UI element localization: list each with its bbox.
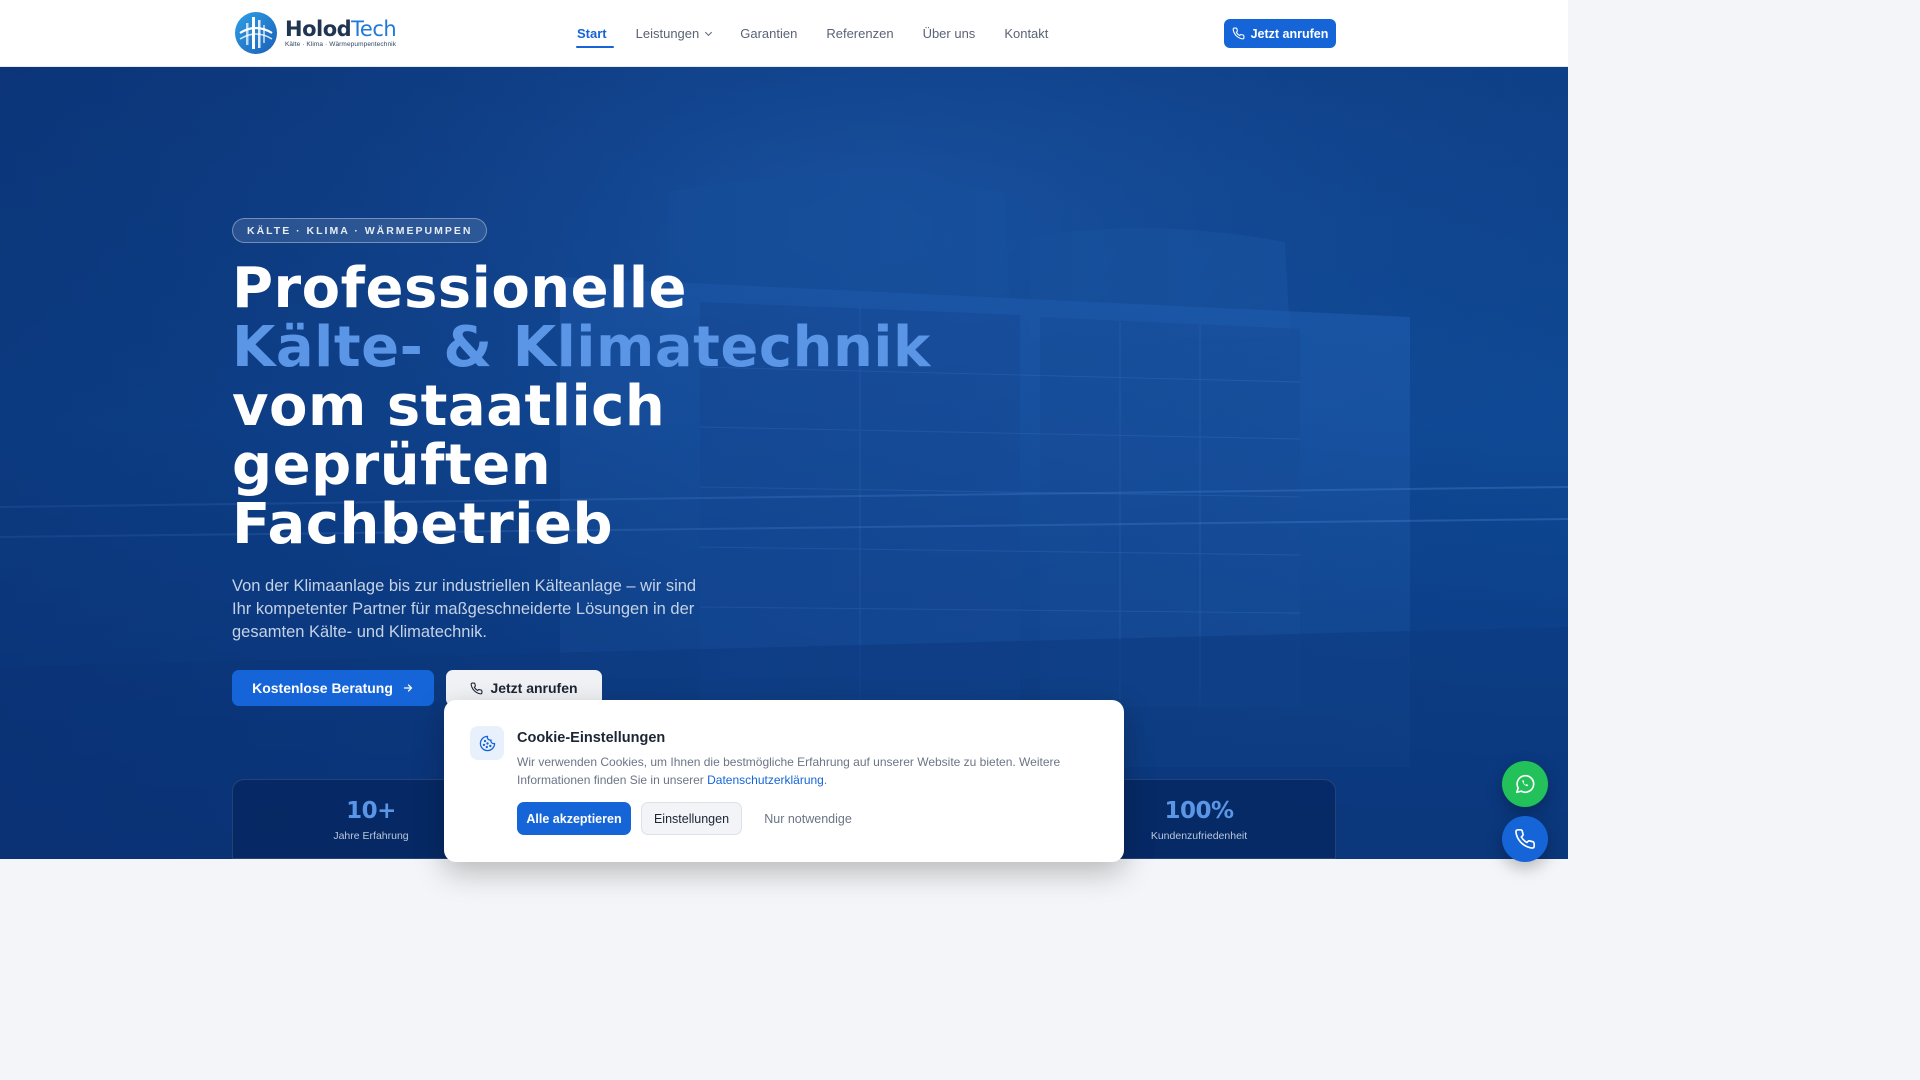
chevron-down-icon [705,28,713,36]
nav-item-label: Leistungen [635,26,700,41]
nav-item-garantien[interactable]: Garantien [740,0,797,67]
brand-name: HolodTech [285,17,397,41]
stat-label: Jahre Erfahrung [333,830,409,842]
logo-icon [235,12,277,54]
accept-all-button[interactable]: Alle akzeptieren [517,802,631,835]
nav-item-kontakt[interactable]: Kontakt [1004,0,1048,67]
hero-headline: Professionelle Kälte- & Klimatechnik vom… [232,259,932,554]
nav-item-referenzen[interactable]: Referenzen [826,0,893,67]
headline-line-1: Professionelle [232,256,688,321]
page-bottom [0,859,1568,882]
stat-label: Kundenzufriedenheit [1150,830,1248,842]
nav-item-start[interactable]: Start [570,0,614,67]
consultation-button[interactable]: Kostenlose Beratung [232,670,434,706]
brand-tagline: Kälte · Klima · Wärmepumpentechnik [285,41,397,48]
phone-icon [471,682,483,694]
consultation-label: Kostenlose Beratung [252,680,393,696]
necessary-only-button[interactable]: Nur notwendige [752,802,864,835]
whatsapp-button[interactable] [1502,761,1548,807]
stat-experience: 10+ Jahre Erfahrung [271,798,471,842]
privacy-policy-link[interactable]: Datenschutzerklärung [707,773,824,787]
nav-item-leistungen[interactable]: Leistungen [635,0,713,67]
header-call-label: Jetzt anrufen [1250,26,1329,41]
cookie-text: Wir verwenden Cookies, um Ihnen die best… [517,755,1061,787]
hero-call-label: Jetzt anrufen [490,680,578,696]
cookie-icon [470,726,504,760]
headline-highlight: Kälte- & Klimatechnik [232,315,931,380]
hero-badge: KÄLTE · KLIMA · WÄRMEPUMPEN [232,218,488,243]
headline-line-3: vom staatlich [232,374,666,439]
floating-call-button[interactable] [1502,816,1548,862]
cookie-settings-button[interactable]: Einstellungen [641,802,742,835]
logo[interactable]: HolodTech Kälte · Klima · Wärmepumpentec… [234,11,397,55]
header-call-button[interactable]: Jetzt anrufen [1224,19,1336,48]
cookie-title: Cookie-Einstellungen [517,730,666,746]
stat-satisfaction: 100% Kundenzufriedenheit [1099,798,1299,842]
arrow-right-icon [403,684,413,692]
cookie-banner: Cookie-Einstellungen Wir verwenden Cooki… [444,700,1124,862]
logo-text: HolodTech Kälte · Klima · Wärmepumpentec… [285,17,397,48]
stat-value: 10+ [346,798,396,824]
stat-value: 100% [1164,798,1234,824]
hero-subtext: Von der Klimaanlage bis zur industrielle… [232,577,697,641]
nav-item-ueber-uns[interactable]: Über uns [923,0,976,67]
main-nav: Start Leistungen Garantien Referenzen Üb… [570,0,1077,67]
navbar: HolodTech Kälte · Klima · Wärmepumpentec… [0,0,1568,67]
headline-line-5: Fachbetrieb [232,492,614,557]
phone-icon [1232,27,1245,40]
phone-icon [1515,829,1535,849]
headline-line-4: geprüften [232,433,552,498]
whatsapp-icon [1515,774,1535,794]
